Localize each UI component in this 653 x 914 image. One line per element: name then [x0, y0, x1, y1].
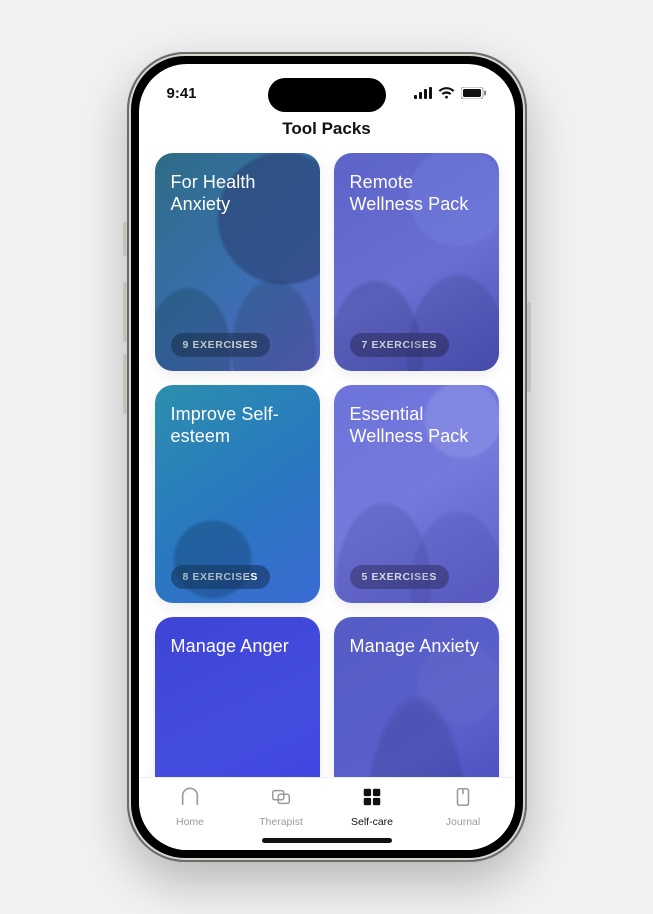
screen: 9:41 To	[139, 64, 515, 850]
tab-home[interactable]: Home	[145, 786, 236, 828]
pack-card[interactable]: Remote Wellness Pack 7 EXERCISES	[334, 153, 499, 371]
exercise-count-badge: 5 EXERCISES	[350, 565, 449, 589]
phone-frame: 9:41 To	[127, 52, 527, 862]
tab-bar: Home Therapist Self-care Journal	[139, 777, 515, 832]
therapist-icon	[269, 786, 293, 813]
self-care-icon	[360, 786, 384, 813]
home-indicator	[139, 832, 515, 850]
pack-card[interactable]: Improve Self-esteem 8 EXERCISES	[155, 385, 320, 603]
tab-self-care[interactable]: Self-care	[327, 786, 418, 828]
pack-card[interactable]: Manage Anger	[155, 617, 320, 777]
pack-grid: For Health Anxiety 9 EXERCISES Remote Well…	[155, 153, 499, 777]
pack-title: Manage Anxiety	[350, 635, 483, 658]
pack-title: Manage Anger	[171, 635, 304, 658]
pack-title: For Health Anxiety	[171, 171, 304, 216]
exercise-count-badge: 9 EXERCISES	[171, 333, 270, 357]
pack-title: Essential Wellness Pack	[350, 403, 483, 448]
pack-title: Improve Self-esteem	[171, 403, 304, 448]
battery-icon	[461, 87, 487, 99]
volume-up-button	[123, 282, 127, 342]
volume-down-button	[123, 354, 127, 414]
content-area: For Health Anxiety 9 EXERCISES Remote Well…	[139, 153, 515, 777]
mute-switch	[123, 222, 127, 256]
exercise-count-badge: 7 EXERCISES	[350, 333, 449, 357]
cellular-icon	[414, 87, 432, 99]
tab-label: Home	[176, 816, 204, 828]
tab-label: Therapist	[259, 816, 303, 828]
tab-label: Journal	[446, 816, 480, 828]
page-title: Tool Packs	[139, 111, 515, 153]
exercise-count-badge: 8 EXERCISES	[171, 565, 270, 589]
dynamic-island	[268, 78, 386, 112]
pack-card[interactable]: Manage Anxiety	[334, 617, 499, 777]
tab-journal[interactable]: Journal	[418, 786, 509, 828]
tab-therapist[interactable]: Therapist	[236, 786, 327, 828]
power-button	[527, 302, 531, 392]
home-icon	[178, 786, 202, 813]
pack-card[interactable]: For Health Anxiety 9 EXERCISES	[155, 153, 320, 371]
pack-card[interactable]: Essential Wellness Pack 5 EXERCISES	[334, 385, 499, 603]
status-indicators	[414, 87, 487, 99]
pack-title: Remote Wellness Pack	[350, 171, 483, 216]
journal-icon	[451, 786, 475, 813]
wifi-icon	[438, 87, 455, 99]
tab-label: Self-care	[351, 816, 393, 828]
status-time: 9:41	[167, 85, 197, 102]
